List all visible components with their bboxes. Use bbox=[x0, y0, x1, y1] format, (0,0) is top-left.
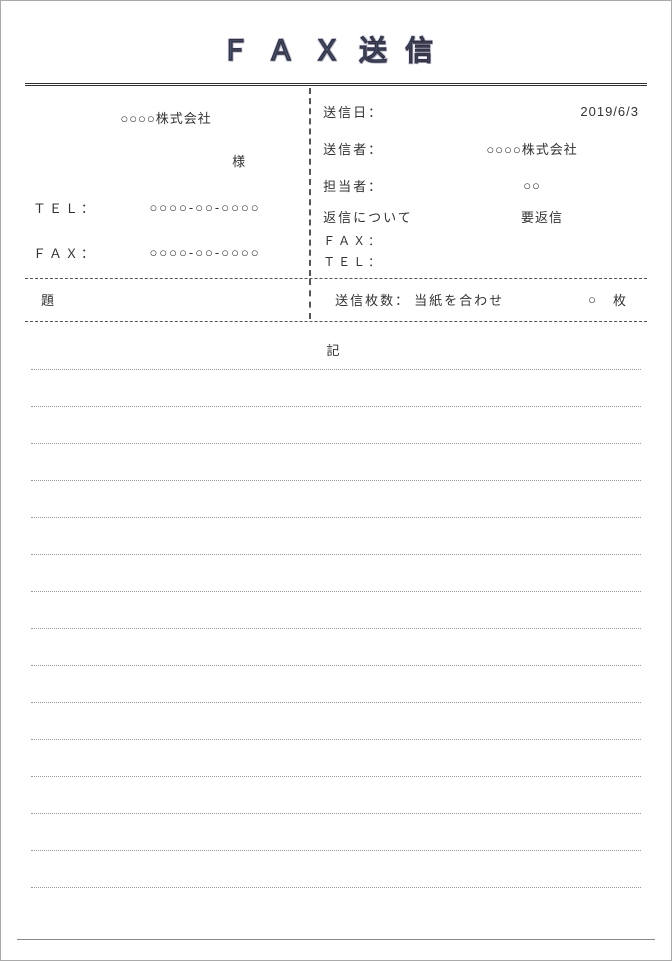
reply-label: 返信について bbox=[323, 207, 443, 226]
rule-line bbox=[31, 480, 641, 517]
rule-line bbox=[31, 591, 641, 628]
sender-label: 送信者： bbox=[323, 139, 423, 158]
recipient-honorific: 様 bbox=[33, 151, 299, 186]
rule-line bbox=[31, 443, 641, 480]
notes-area: 記 bbox=[25, 326, 647, 888]
sender-column: 送信日： 2019/6/3 送信者： ○○○○株式会社 担当者： ○○ 返信につ… bbox=[311, 88, 647, 276]
rule-line bbox=[31, 739, 641, 776]
recipient-tel-label: ＴＥＬ： bbox=[33, 198, 111, 217]
pages-label: 送信枚数： bbox=[335, 290, 410, 309]
recipient-fax-value: ○○○○-○○-○○○○ bbox=[111, 245, 299, 260]
pages-unit: 枚 bbox=[603, 290, 647, 309]
pages-count: ○ bbox=[504, 292, 603, 307]
pages-block: 送信枚数： 当紙を合わせ ○ 枚 bbox=[311, 279, 647, 319]
person-label: 担当者： bbox=[323, 176, 423, 195]
rule-line bbox=[31, 628, 641, 665]
person-value: ○○ bbox=[423, 178, 641, 193]
recipient-fax-label: ＦＡＸ： bbox=[33, 243, 111, 262]
divider-double bbox=[25, 83, 647, 86]
sender-fax-label: ＦＡＸ： bbox=[323, 232, 393, 249]
notes-heading: 記 bbox=[25, 326, 647, 369]
rule-line bbox=[31, 406, 641, 443]
send-date-value: 2019/6/3 bbox=[423, 104, 641, 119]
rule-line bbox=[31, 887, 641, 888]
subject-label: 題 bbox=[25, 279, 311, 319]
rule-line bbox=[31, 369, 641, 406]
rule-line bbox=[31, 813, 641, 850]
page-bottom-border bbox=[17, 939, 655, 940]
meta-row: 題 送信枚数： 当紙を合わせ ○ 枚 bbox=[25, 279, 647, 319]
rule-line bbox=[31, 665, 641, 702]
rule-line bbox=[31, 554, 641, 591]
rule-line bbox=[31, 517, 641, 554]
rule-line bbox=[31, 850, 641, 887]
rule-line bbox=[31, 776, 641, 813]
sender-tel-label: ＴＥＬ： bbox=[323, 253, 393, 270]
fax-cover-page: ＦＡＸ送信 ○○○○株式会社 様 ＴＥＬ： ○○○○-○○-○○○○ ＦＡＸ： … bbox=[0, 0, 672, 961]
sender-value: ○○○○株式会社 bbox=[423, 139, 641, 158]
rule-line bbox=[31, 702, 641, 739]
recipient-company: ○○○○株式会社 bbox=[33, 102, 299, 151]
recipient-tel-value: ○○○○-○○-○○○○ bbox=[111, 200, 299, 215]
header-section: ○○○○株式会社 様 ＴＥＬ： ○○○○-○○-○○○○ ＦＡＸ： ○○○○-○… bbox=[25, 88, 647, 276]
divider-dashdot-2 bbox=[25, 321, 647, 322]
pages-note: 当紙を合わせ bbox=[414, 290, 504, 309]
page-title: ＦＡＸ送信 bbox=[21, 21, 651, 83]
send-date-label: 送信日： bbox=[323, 102, 423, 121]
recipient-column: ○○○○株式会社 様 ＴＥＬ： ○○○○-○○-○○○○ ＦＡＸ： ○○○○-○… bbox=[25, 88, 311, 276]
reply-value: 要返信 bbox=[443, 207, 641, 226]
